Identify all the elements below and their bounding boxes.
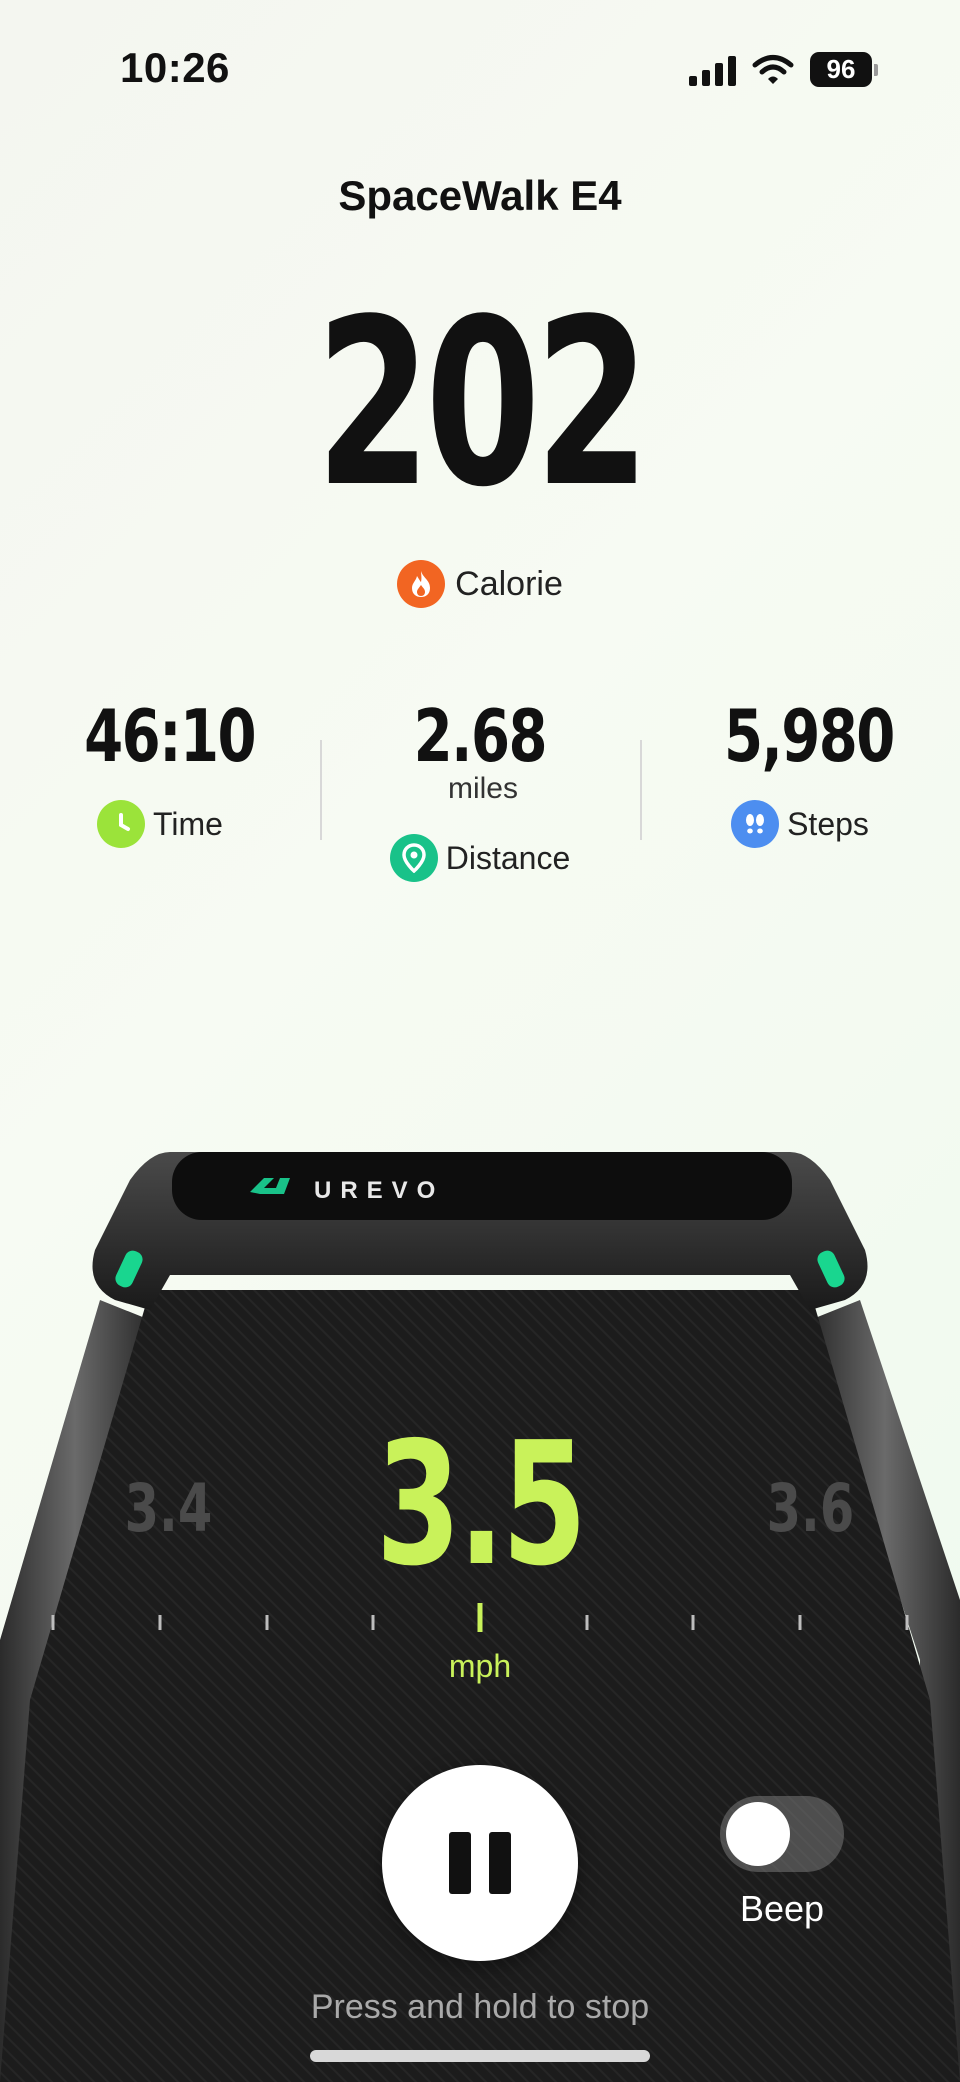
stats-divider xyxy=(640,740,642,840)
stat-time: 46:10 Time xyxy=(60,700,260,848)
speed-current: 3.5 xyxy=(375,1406,587,1604)
beep-toggle-knob xyxy=(726,1802,790,1866)
time-value: 46:10 xyxy=(84,694,257,778)
beep-toggle[interactable] xyxy=(720,1796,844,1872)
stop-hint: Press and hold to stop xyxy=(310,1988,650,2026)
battery-indicator: 96 xyxy=(810,52,878,87)
steps-value: 5,980 xyxy=(723,694,895,778)
status-icons: 96 xyxy=(689,52,878,87)
stat-distance: 2.68miles Distance xyxy=(360,700,600,882)
time-label-row: Time xyxy=(60,800,260,848)
stats-divider xyxy=(320,740,322,840)
calorie-label: Calorie xyxy=(455,564,563,603)
stat-steps: 5,980 Steps xyxy=(700,700,900,848)
steps-label-row: Steps xyxy=(700,800,900,848)
location-pin-icon xyxy=(389,834,438,882)
distance-value: 2.68 xyxy=(413,694,548,778)
distance-label-row: Distance xyxy=(360,834,600,882)
svg-text:UREVO: UREVO xyxy=(314,1177,444,1204)
device-title: SpaceWalk E4 xyxy=(338,172,622,219)
battery-level: 96 xyxy=(810,52,872,87)
beep-label: Beep xyxy=(739,1888,825,1929)
distance-label: Distance xyxy=(445,839,571,876)
pause-button[interactable] xyxy=(382,1765,578,1961)
status-bar: 10:26 96 xyxy=(0,0,960,140)
home-indicator[interactable] xyxy=(310,2050,650,2062)
calorie-value: 202 xyxy=(315,271,650,538)
flame-icon xyxy=(397,560,446,608)
status-time: 10:26 xyxy=(120,44,230,91)
battery-tip xyxy=(874,63,878,76)
wifi-icon xyxy=(752,54,794,84)
calorie-label-row: Calorie xyxy=(0,560,960,608)
pause-icon xyxy=(489,1832,511,1894)
clock-icon xyxy=(97,800,146,848)
time-label: Time xyxy=(153,805,223,842)
pause-icon xyxy=(449,1832,471,1894)
steps-label: Steps xyxy=(787,805,869,842)
speed-next[interactable]: 3.6 xyxy=(767,1470,855,1547)
footprints-icon xyxy=(731,800,780,848)
cellular-signal-icon xyxy=(689,54,736,86)
stats-row: 46:10 Time 2.68miles Distance 5,980 Step… xyxy=(0,700,960,882)
speed-unit: mph xyxy=(448,1648,512,1684)
